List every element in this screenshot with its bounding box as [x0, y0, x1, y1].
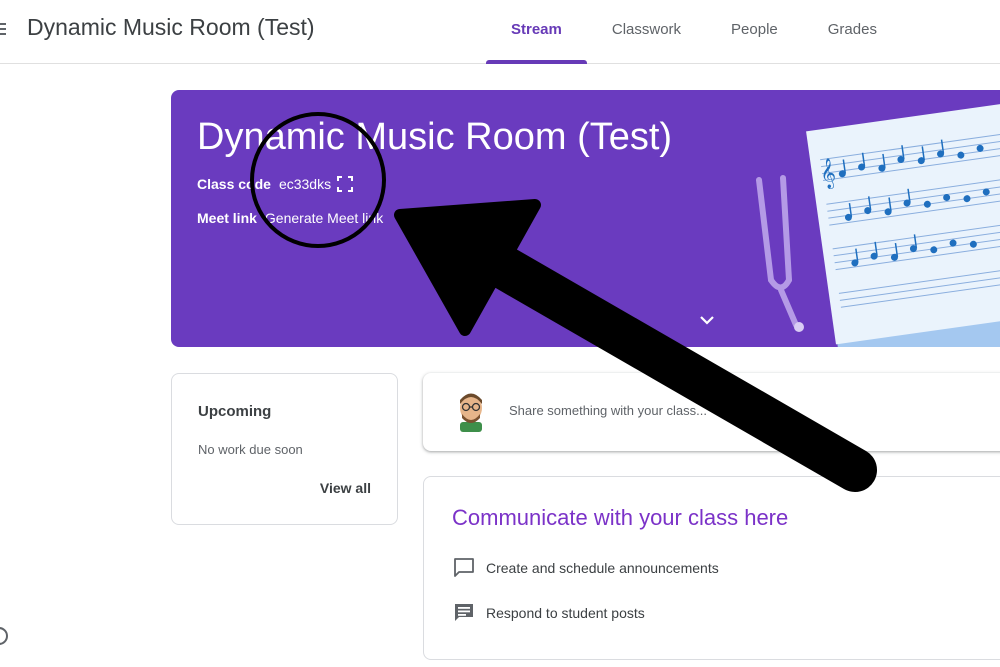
student-posts-icon: [455, 604, 473, 621]
class-tabs: Stream Classwork People Grades: [486, 0, 902, 64]
communicate-title: Communicate with your class here: [452, 505, 789, 530]
meet-link-label: Meet link: [197, 210, 257, 226]
communicate-item-label: Respond to student posts: [486, 605, 645, 621]
announcement-icon: [454, 558, 474, 577]
class-code-row: Class code ec33dks: [197, 176, 354, 192]
music-sheet-illustration: 𝄞: [756, 100, 1000, 347]
avatar: [460, 393, 482, 432]
view-all-link[interactable]: View all: [320, 480, 371, 496]
help-icon[interactable]: [0, 627, 8, 645]
communicate-item-label: Create and schedule announcements: [486, 560, 719, 576]
communicate-item-student-posts: Respond to student posts: [452, 601, 645, 625]
tab-people[interactable]: People: [706, 0, 803, 64]
share-placeholder: Share something with your class...: [509, 403, 707, 418]
class-title[interactable]: Dynamic Music Room (Test): [27, 14, 315, 41]
meet-link-row: Meet link Generate Meet link: [197, 210, 383, 226]
class-code-value: ec33dks: [278, 176, 332, 192]
generate-meet-link[interactable]: Generate Meet link: [265, 210, 383, 226]
banner-class-title: Dynamic Music Room (Test): [197, 116, 673, 158]
top-app-bar: Dynamic Music Room (Test) Stream Classwo…: [0, 0, 1000, 64]
class-code-label: Class code: [197, 176, 271, 192]
menu-icon[interactable]: [0, 23, 6, 37]
communicate-card: Communicate with your class here Create …: [423, 476, 1000, 660]
chevron-down-icon[interactable]: [695, 312, 719, 328]
upcoming-title: Upcoming: [198, 403, 272, 420]
expand-icon[interactable]: [337, 176, 354, 192]
share-box[interactable]: Share something with your class...: [423, 373, 1000, 451]
tab-classwork[interactable]: Classwork: [587, 0, 706, 64]
upcoming-card: Upcoming No work due soon View all: [171, 373, 398, 525]
communicate-item-announcements: Create and schedule announcements: [452, 556, 719, 580]
class-banner: 𝄞 Dynamic Music Room (Test) Class code e…: [171, 90, 1000, 347]
tab-grades[interactable]: Grades: [803, 0, 902, 64]
tab-stream[interactable]: Stream: [486, 0, 587, 64]
upcoming-subtitle: No work due soon: [198, 442, 303, 457]
